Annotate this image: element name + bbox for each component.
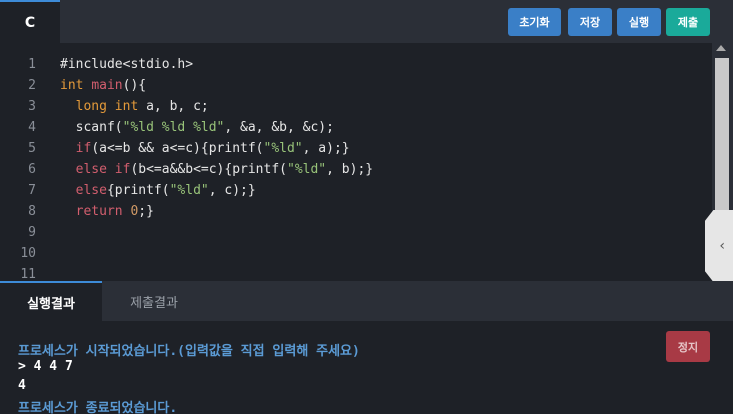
tab-submit-result[interactable]: 제출결과 — [102, 281, 206, 321]
code-line[interactable] — [60, 246, 700, 267]
code-line[interactable]: return 0;} — [60, 204, 700, 225]
run-button[interactable]: 실행 — [617, 8, 661, 36]
code-token: if — [114, 162, 131, 177]
line-number: 7 — [28, 183, 36, 198]
code-token: "%ld" — [263, 141, 303, 156]
line-number: 1 — [28, 57, 36, 72]
console-output[interactable]: 프로세스가 시작되었습니다.(입력값을 직접 입력해 주세요) > 4 4 7 … — [0, 321, 733, 414]
line-number: 10 — [20, 246, 36, 261]
code-line[interactable]: #include<stdio.h> — [60, 57, 700, 78]
submit-button[interactable]: 제출 — [666, 8, 710, 36]
collapse-panel-handle[interactable]: ‹ — [705, 210, 733, 282]
code-token: else — [75, 183, 107, 198]
line-number: 8 — [28, 204, 36, 219]
code-token: , c);} — [208, 183, 256, 198]
code-line[interactable] — [60, 225, 700, 246]
line-number: 9 — [28, 225, 36, 240]
code-token: int — [114, 99, 139, 114]
line-number: 4 — [28, 120, 36, 135]
console-input-line: > 4 4 7 — [18, 359, 73, 374]
code-line[interactable]: long int a, b, c; — [60, 99, 700, 120]
scroll-up-arrow-icon[interactable] — [716, 45, 726, 51]
code-token: (a<=b && a<=c){printf( — [91, 141, 264, 156]
code-token: (){ — [122, 78, 147, 93]
chevron-left-icon: ‹ — [719, 238, 725, 254]
code-token: "%ld" — [169, 183, 209, 198]
console-start-message: 프로세스가 시작되었습니다.(입력값을 직접 입력해 주세요) — [18, 344, 360, 359]
stop-button[interactable]: 정지 — [666, 331, 710, 362]
code-token: main — [91, 78, 123, 93]
line-number: 3 — [28, 99, 36, 114]
code-token: else — [75, 162, 107, 177]
code-token: , &a, &b, &c); — [224, 120, 334, 135]
code-token: {printf( — [106, 183, 170, 198]
code-line[interactable]: scanf("%ld %ld %ld", &a, &b, &c); — [60, 120, 700, 141]
code-token: "%ld" — [287, 162, 327, 177]
tab-run-result[interactable]: 실행결과 — [0, 281, 102, 321]
save-button[interactable]: 저장 — [568, 8, 612, 36]
code-token: int — [60, 78, 84, 93]
line-number: 2 — [28, 78, 36, 93]
code-line[interactable]: int main(){ — [60, 78, 700, 99]
code-line[interactable]: if(a<=b && a<=c){printf("%ld", a);} — [60, 141, 700, 162]
result-tabs: 실행결과 제출결과 — [0, 281, 733, 321]
code-token: if — [75, 141, 92, 156]
code-token: ;} — [138, 204, 154, 219]
code-token: return — [75, 204, 123, 219]
code-area[interactable]: #include<stdio.h> int main(){ long int a,… — [60, 57, 700, 281]
code-line[interactable] — [60, 267, 700, 281]
line-number-gutter: 1 2 3 4 5 6 7 8 9 10 11 — [0, 57, 40, 281]
reset-button[interactable]: 초기화 — [508, 8, 561, 36]
line-number: 11 — [20, 267, 36, 281]
line-number: 5 — [28, 141, 36, 156]
line-number: 6 — [28, 162, 36, 177]
code-token: , a);} — [302, 141, 350, 156]
code-token: a, b, c; — [138, 99, 209, 114]
code-token: , b);} — [326, 162, 374, 177]
code-line[interactable]: else if(b<=a&&b<=c){printf("%ld", b);} — [60, 162, 700, 183]
editor-scrollbar-thumb[interactable] — [715, 58, 729, 210]
code-editor[interactable]: 1 2 3 4 5 6 7 8 9 10 11 #include<stdio.h> int main(… — [0, 43, 733, 281]
language-tab[interactable]: C — [0, 0, 60, 43]
console-output-line: 4 — [18, 378, 26, 393]
code-token: "%ld %ld %ld" — [122, 120, 225, 135]
console-end-message: 프로세스가 종료되었습니다. — [18, 401, 178, 414]
code-token: #include<stdio.h> — [60, 57, 194, 72]
code-line[interactable]: else{printf("%ld", c);} — [60, 183, 700, 204]
code-token: (b<=a&&b<=c){printf( — [130, 162, 287, 177]
code-token: scanf( — [60, 120, 123, 135]
code-token: long — [75, 99, 107, 114]
editor-toolbar: C 초기화 저장 실행 제출 — [0, 0, 733, 43]
